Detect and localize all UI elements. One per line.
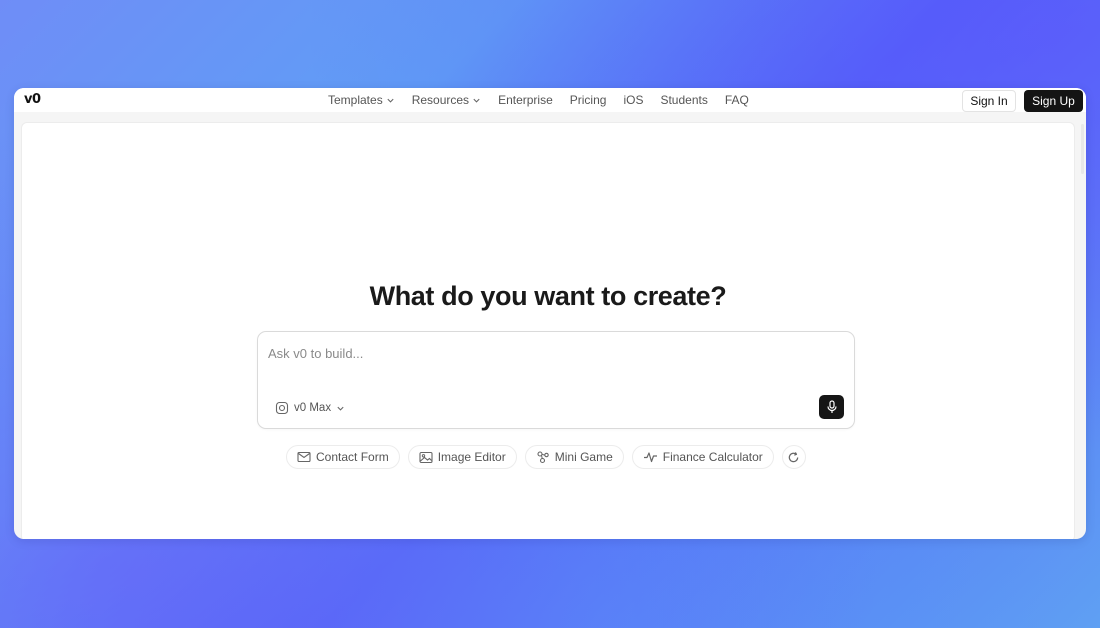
suggestion-chips: Contact Form Image Editor Mini Game Fina… bbox=[286, 445, 806, 469]
suggestion-mini-game[interactable]: Mini Game bbox=[524, 445, 624, 469]
prompt-box: v0 Max bbox=[257, 331, 855, 429]
nav-item-students[interactable]: Students bbox=[660, 93, 707, 107]
sign-in-button[interactable]: Sign In bbox=[962, 90, 1016, 112]
image-icon bbox=[419, 451, 433, 463]
suggestion-label: Contact Form bbox=[316, 450, 389, 464]
nav-item-label: iOS bbox=[623, 93, 644, 107]
suggestion-contact-form[interactable]: Contact Form bbox=[286, 445, 400, 469]
nav-item-label: Enterprise bbox=[498, 93, 553, 107]
chevron-down-icon bbox=[387, 98, 394, 103]
nav-item-faq[interactable]: FAQ bbox=[725, 93, 749, 107]
main-content: What do you want to create? v0 Max bbox=[21, 122, 1075, 539]
refresh-icon bbox=[789, 451, 799, 462]
nav-item-label: Resources bbox=[411, 93, 470, 107]
mail-icon bbox=[297, 451, 311, 463]
page-title: What do you want to create? bbox=[369, 281, 727, 311]
nav-item-ios[interactable]: iOS bbox=[623, 93, 643, 107]
scrollbar[interactable] bbox=[1081, 124, 1084, 174]
nav-item-enterprise[interactable]: Enterprise bbox=[498, 93, 553, 107]
suggestion-label: Mini Game bbox=[554, 450, 613, 464]
model-selector-label: v0 Max bbox=[294, 402, 332, 414]
top-navigation: v0 Templates Resources Enterprise Pricin… bbox=[14, 88, 1086, 112]
nav-item-pricing[interactable]: Pricing bbox=[570, 93, 607, 107]
suggestion-label: Image Editor bbox=[437, 450, 506, 464]
nav-item-templates[interactable]: Templates bbox=[328, 93, 395, 107]
suggestion-finance-calculator[interactable]: Finance Calculator bbox=[631, 445, 774, 469]
chevron-down-icon bbox=[473, 98, 480, 103]
game-icon bbox=[537, 451, 549, 464]
browser-window: v0 Templates Resources Enterprise Pricin… bbox=[14, 88, 1086, 539]
nav-item-label: FAQ bbox=[724, 93, 749, 107]
nav-item-label: Templates bbox=[328, 93, 383, 107]
chevron-down-icon bbox=[337, 406, 344, 411]
nav-item-label: Students bbox=[660, 93, 708, 107]
v0-logo[interactable]: v0 bbox=[24, 93, 50, 107]
model-selector[interactable]: v0 Max bbox=[275, 400, 345, 416]
model-icon bbox=[275, 401, 289, 415]
nav-item-resources[interactable]: Resources bbox=[412, 93, 481, 107]
activity-icon bbox=[643, 452, 657, 463]
nav-item-label: Pricing bbox=[569, 93, 607, 107]
microphone-icon bbox=[826, 400, 837, 413]
voice-input-button[interactable] bbox=[819, 395, 844, 419]
suggestion-label: Finance Calculator bbox=[662, 450, 763, 464]
suggestion-image-editor[interactable]: Image Editor bbox=[407, 445, 517, 469]
refresh-suggestions-button[interactable] bbox=[781, 445, 806, 469]
sign-up-button[interactable]: Sign Up bbox=[1024, 90, 1083, 112]
nav-links: Templates Resources Enterprise Pricing i… bbox=[328, 88, 766, 112]
prompt-input[interactable] bbox=[268, 342, 828, 364]
